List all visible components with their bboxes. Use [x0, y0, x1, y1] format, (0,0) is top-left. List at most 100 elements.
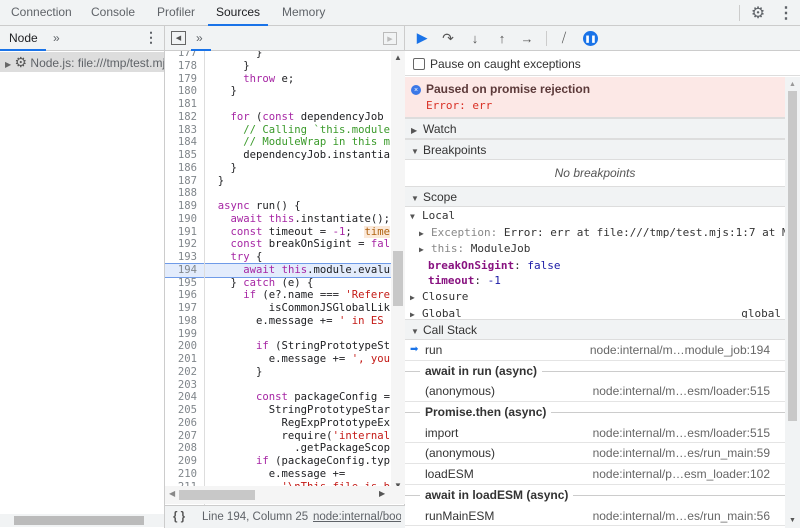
- scrollbar-thumb[interactable]: [14, 516, 144, 525]
- line-number[interactable]: 202: [165, 366, 201, 379]
- call-frame[interactable]: (anonymous) node:internal/m…es/run_main:5…: [405, 443, 785, 464]
- tab-node[interactable]: Node: [0, 26, 46, 51]
- more-menu-icon[interactable]: ⋮: [776, 3, 796, 23]
- line-number[interactable]: 207: [165, 430, 201, 443]
- line-number[interactable]: 180: [165, 85, 201, 98]
- line-number[interactable]: 181: [165, 98, 201, 111]
- tree-item-nodejs[interactable]: ▶ ⚙ Node.js: file:///tmp/test.mjs: [0, 52, 164, 72]
- editor-hscrollbar[interactable]: ◀ ▶: [165, 486, 405, 504]
- code-line[interactable]: 186 }: [165, 162, 391, 175]
- code-line[interactable]: 205 StringPrototypeStar: [165, 404, 391, 417]
- code-line[interactable]: 202 }: [165, 366, 391, 379]
- frame-location[interactable]: node:internal/m…esm/loader:515: [593, 381, 770, 401]
- code-line[interactable]: 198 e.message += ' in ES: [165, 315, 391, 328]
- code-line[interactable]: 184 // ModuleWrap in this m: [165, 136, 391, 149]
- source-link[interactable]: node:internal/bootstrap: [313, 506, 401, 528]
- line-number[interactable]: 200: [165, 340, 201, 353]
- section-scope[interactable]: ▼ Scope: [405, 186, 785, 207]
- code-line[interactable]: 185 dependencyJob.instantia: [165, 149, 391, 162]
- deactivate-breakpoints-icon[interactable]: ⧸: [554, 29, 574, 47]
- code-line[interactable]: 182 for (const dependencyJob: [165, 111, 391, 124]
- more-files-icon[interactable]: »: [196, 31, 203, 45]
- code-line[interactable]: 188: [165, 187, 391, 200]
- call-frame[interactable]: loadESM node:internal/p…esm_loader:102: [405, 464, 785, 485]
- frame-location[interactable]: node:internal/m…esm/loader:515: [593, 423, 770, 443]
- code-line[interactable]: 195 } catch (e) {: [165, 277, 391, 290]
- frame-location[interactable]: node:internal/p…esm_loader:102: [593, 464, 770, 484]
- scope-exception[interactable]: ▶ Exception: Error: err at file:///tmp/te…: [405, 225, 785, 242]
- line-number[interactable]: 196: [165, 289, 201, 302]
- code-line[interactable]: 194 await this.module.evalu: [165, 262, 391, 278]
- scroll-down-icon[interactable]: ▼: [789, 517, 796, 524]
- line-number[interactable]: 187: [165, 175, 201, 188]
- step-into-icon[interactable]: ↓: [466, 29, 484, 47]
- line-number[interactable]: 186: [165, 162, 201, 175]
- tab-sources[interactable]: Sources: [208, 0, 269, 26]
- navigator-menu-icon[interactable]: ⋮: [144, 29, 158, 46]
- code-line[interactable]: 199: [165, 328, 391, 341]
- code-line[interactable]: 180 }: [165, 85, 391, 98]
- scope-global[interactable]: ▶ Global global: [405, 306, 785, 318]
- expand-arrow-icon[interactable]: ▶: [5, 60, 11, 69]
- frame-location[interactable]: node:internal/m…module_job:194: [590, 340, 770, 360]
- code-line[interactable]: 179 throw e;: [165, 73, 391, 86]
- line-number[interactable]: 178: [165, 60, 201, 73]
- code-line[interactable]: 183 // Calling `this.module: [165, 124, 391, 137]
- code-view[interactable]: 177 } 178 } 179 throw e; 180 } 181 182 for (c…: [165, 51, 391, 509]
- code-line[interactable]: 187 }: [165, 175, 391, 188]
- resume-icon[interactable]: ▶: [413, 29, 431, 47]
- line-number[interactable]: 189: [165, 200, 201, 213]
- line-number[interactable]: 191: [165, 226, 201, 239]
- section-watch[interactable]: ▶ Watch: [405, 118, 785, 139]
- tab-console[interactable]: Console: [83, 0, 143, 26]
- tab-profiler[interactable]: Profiler: [149, 0, 203, 26]
- scope-this[interactable]: ▶ this: ModuleJob: [405, 241, 785, 258]
- toggle-debugger-icon[interactable]: ▶: [383, 32, 397, 45]
- code-line[interactable]: 192 const breakOnSigint = fal: [165, 238, 391, 251]
- line-number[interactable]: 197: [165, 302, 201, 315]
- code-line[interactable]: 210 e.message +=: [165, 468, 391, 481]
- line-number[interactable]: 210: [165, 468, 201, 481]
- line-number[interactable]: 203: [165, 379, 201, 392]
- tab-connection[interactable]: Connection: [3, 0, 80, 26]
- code-line[interactable]: 203: [165, 379, 391, 392]
- line-number[interactable]: 201: [165, 353, 201, 366]
- line-number[interactable]: 183: [165, 124, 201, 137]
- call-frame[interactable]: (anonymous) node:internal/m…esm/loader:51…: [405, 381, 785, 402]
- line-number[interactable]: 185: [165, 149, 201, 162]
- more-tabs-icon[interactable]: »: [53, 31, 60, 45]
- tab-memory[interactable]: Memory: [274, 0, 333, 26]
- line-number[interactable]: 208: [165, 442, 201, 455]
- call-frame[interactable]: import node:internal/m…esm/loader:515: [405, 423, 785, 444]
- call-frame[interactable]: ➡ run node:internal/m…module_job:194: [405, 340, 785, 361]
- editor-vscrollbar[interactable]: ▲ ▼: [391, 51, 405, 492]
- pretty-print-icon[interactable]: { }: [173, 506, 185, 528]
- scrollbar-thumb[interactable]: [788, 91, 797, 421]
- line-number[interactable]: 194: [165, 264, 201, 277]
- line-number[interactable]: 188: [165, 187, 201, 200]
- step-out-icon[interactable]: ↑: [493, 29, 511, 47]
- scope-closure[interactable]: ▶ Closure: [405, 289, 785, 306]
- code-line[interactable]: 209 if (packageConfig.typ: [165, 455, 391, 468]
- navigator-hscrollbar[interactable]: [0, 514, 164, 527]
- frame-location[interactable]: node:internal/m…es/run_main:56: [593, 506, 770, 526]
- pause-caught-checkbox[interactable]: [413, 58, 425, 70]
- step-over-icon[interactable]: ↷: [439, 29, 457, 47]
- code-line[interactable]: 204 const packageConfig =: [165, 391, 391, 404]
- line-number[interactable]: 198: [165, 315, 201, 328]
- code-line[interactable]: 190 await this.instantiate();: [165, 213, 391, 226]
- debugger-vscrollbar[interactable]: ▲ ▼: [785, 77, 800, 528]
- code-line[interactable]: 200 if (StringPrototypeSt: [165, 340, 391, 353]
- line-number[interactable]: 209: [165, 455, 201, 468]
- pause-on-exceptions-icon[interactable]: ❚❚: [583, 31, 598, 46]
- scrollbar-thumb[interactable]: [179, 490, 255, 500]
- scroll-up-icon[interactable]: ▲: [789, 81, 796, 88]
- line-number[interactable]: 206: [165, 417, 201, 430]
- code-line[interactable]: 181: [165, 98, 391, 111]
- code-line[interactable]: 193 try {: [165, 251, 391, 264]
- call-frame[interactable]: runMainESM node:internal/m…es/run_main:56: [405, 506, 785, 526]
- section-call-stack[interactable]: ▼ Call Stack: [405, 319, 785, 340]
- scroll-left-icon[interactable]: ◀: [169, 489, 175, 498]
- line-number[interactable]: 199: [165, 328, 201, 341]
- step-icon[interactable]: →: [518, 29, 536, 47]
